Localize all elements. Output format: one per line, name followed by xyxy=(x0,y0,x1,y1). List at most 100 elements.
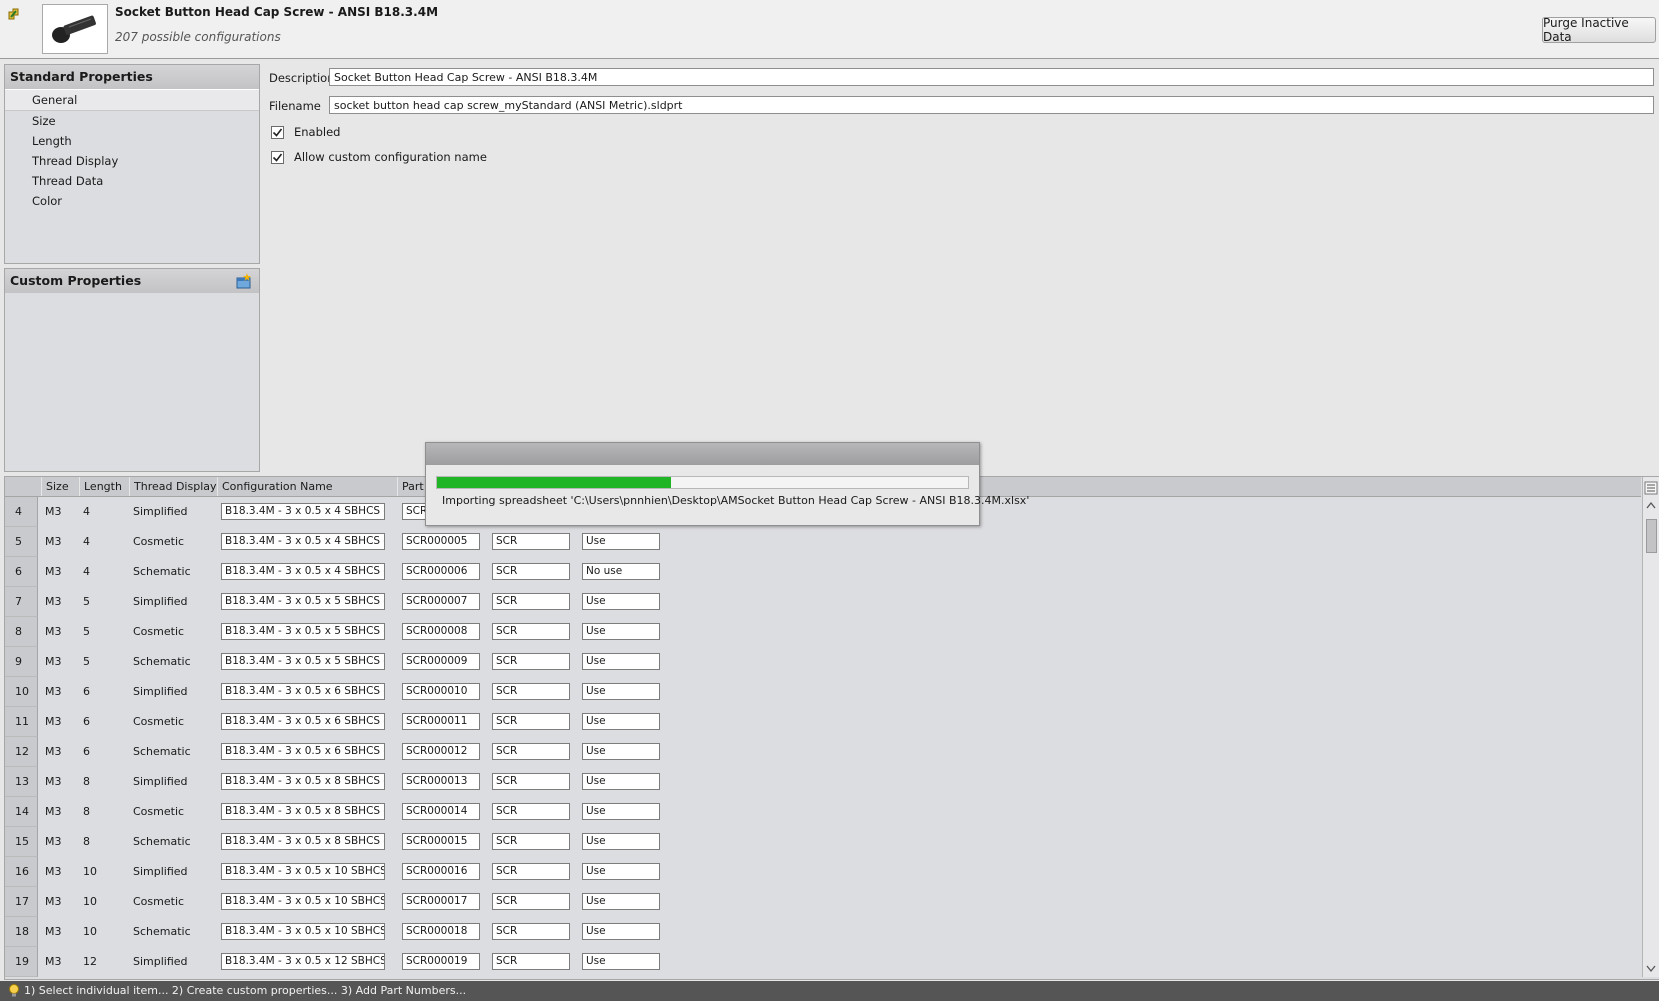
description-field[interactable]: Socket Button Head Cap Screw - ANSI B18.… xyxy=(329,68,1654,86)
table-row[interactable]: 9 M3 5 Schematic B18.3.4M - 3 x 0.5 x 5 SBHC… xyxy=(5,647,1641,677)
table-row[interactable]: 10 M3 6 Simplified B18.3.4M - 3 x 0.5 x 6 SB… xyxy=(5,677,1641,707)
configuration-name-field[interactable]: B18.3.4M - 3 x 0.5 x 8 SBHCS --C xyxy=(221,803,385,820)
column-header-size[interactable]: Size xyxy=(41,477,79,496)
column-header-length[interactable]: Length xyxy=(79,477,129,496)
add-property-icon[interactable] xyxy=(235,272,253,290)
usage-field[interactable]: Use xyxy=(582,743,660,760)
column-header-configuration-name[interactable]: Configuration Name xyxy=(217,477,397,496)
part-prefix-field[interactable]: SCR xyxy=(492,863,570,880)
length-cell: 4 xyxy=(83,535,90,548)
table-row[interactable]: 16 M3 10 Simplified B18.3.4M - 3 x 0.5 x 10 … xyxy=(5,857,1641,887)
scroll-up-icon[interactable] xyxy=(1646,501,1656,509)
table-row[interactable]: 11 M3 6 Cosmetic B18.3.4M - 3 x 0.5 x 6 SBHC… xyxy=(5,707,1641,737)
usage-field[interactable]: Use xyxy=(582,893,660,910)
nav-item-thread-display[interactable]: Thread Display xyxy=(5,151,259,171)
usage-field[interactable]: Use xyxy=(582,653,660,670)
part-prefix-field[interactable]: SCR xyxy=(492,563,570,580)
configuration-name-field[interactable]: B18.3.4M - 3 x 0.5 x 12 SBHCS --N xyxy=(221,953,385,970)
dialog-title-bar[interactable] xyxy=(426,443,979,465)
usage-field[interactable]: Use xyxy=(582,863,660,880)
part-number-field[interactable]: SCR000009 xyxy=(402,653,480,670)
usage-field[interactable]: Use xyxy=(582,623,660,640)
table-row[interactable]: 15 M3 8 Schematic B18.3.4M - 3 x 0.5 x 8 SBH… xyxy=(5,827,1641,857)
configuration-name-field[interactable]: B18.3.4M - 3 x 0.5 x 10 SBHCS --C xyxy=(221,893,385,910)
nav-item-general[interactable]: General xyxy=(5,89,259,111)
scroll-down-icon[interactable] xyxy=(1646,965,1656,973)
nav-item-thread-data[interactable]: Thread Data xyxy=(5,171,259,191)
table-row[interactable]: 19 M3 12 Simplified B18.3.4M - 3 x 0.5 x 12 … xyxy=(5,947,1641,977)
configuration-name-field[interactable]: B18.3.4M - 3 x 0.5 x 5 SBHCS --N xyxy=(221,593,385,610)
part-number-field[interactable]: SCR000010 xyxy=(402,683,480,700)
allow-custom-name-checkbox[interactable] xyxy=(271,151,284,164)
part-prefix-field[interactable]: SCR xyxy=(492,593,570,610)
configuration-name-field[interactable]: B18.3.4M - 3 x 0.5 x 8 SBHCS --S xyxy=(221,833,385,850)
table-row[interactable]: 18 M3 10 Schematic B18.3.4M - 3 x 0.5 x 10 S… xyxy=(5,917,1641,947)
part-number-field[interactable]: SCR000019 xyxy=(402,953,480,970)
vertical-scrollbar[interactable] xyxy=(1642,477,1659,977)
usage-field[interactable]: Use xyxy=(582,953,660,970)
column-chooser-icon[interactable] xyxy=(1644,481,1658,495)
part-number-field[interactable]: SCR000006 xyxy=(402,563,480,580)
usage-field[interactable]: Use xyxy=(582,833,660,850)
part-prefix-field[interactable]: SCR xyxy=(492,743,570,760)
table-row[interactable]: 6 M3 4 Schematic B18.3.4M - 3 x 0.5 x 4 SBHC… xyxy=(5,557,1641,587)
part-number-field[interactable]: SCR000017 xyxy=(402,893,480,910)
part-prefix-field[interactable]: SCR xyxy=(492,713,570,730)
table-row[interactable]: 7 M3 5 Simplified B18.3.4M - 3 x 0.5 x 5 SBH… xyxy=(5,587,1641,617)
part-prefix-field[interactable]: SCR xyxy=(492,683,570,700)
configuration-name-field[interactable]: B18.3.4M - 3 x 0.5 x 10 SBHCS --S xyxy=(221,923,385,940)
usage-field[interactable]: Use xyxy=(582,803,660,820)
configuration-name-field[interactable]: B18.3.4M - 3 x 0.5 x 8 SBHCS --N xyxy=(221,773,385,790)
part-prefix-field[interactable]: SCR xyxy=(492,923,570,940)
part-number-field[interactable]: SCR000011 xyxy=(402,713,480,730)
configuration-name-field[interactable]: B18.3.4M - 3 x 0.5 x 5 SBHCS --C xyxy=(221,623,385,640)
part-prefix-field[interactable]: SCR xyxy=(492,533,570,550)
part-prefix-field[interactable]: SCR xyxy=(492,773,570,790)
part-prefix-field[interactable]: SCR xyxy=(492,833,570,850)
configuration-name-field[interactable]: B18.3.4M - 3 x 0.5 x 6 SBHCS --N xyxy=(221,683,385,700)
table-row[interactable]: 5 M3 4 Cosmetic B18.3.4M - 3 x 0.5 x 4 SBHCS… xyxy=(5,527,1641,557)
usage-field[interactable]: Use xyxy=(582,683,660,700)
part-number-field[interactable]: SCR000012 xyxy=(402,743,480,760)
part-prefix-field[interactable]: SCR xyxy=(492,803,570,820)
length-cell: 10 xyxy=(83,925,97,938)
part-prefix-field[interactable]: SCR xyxy=(492,953,570,970)
nav-item-color[interactable]: Color xyxy=(5,191,259,211)
part-number-field[interactable]: SCR000007 xyxy=(402,593,480,610)
usage-field[interactable]: Use xyxy=(582,713,660,730)
configuration-name-field[interactable]: B18.3.4M - 3 x 0.5 x 4 SBHCS --S xyxy=(221,563,385,580)
table-row[interactable]: 8 M3 5 Cosmetic B18.3.4M - 3 x 0.5 x 5 SBHCS… xyxy=(5,617,1641,647)
configuration-name-field[interactable]: B18.3.4M - 3 x 0.5 x 5 SBHCS --S xyxy=(221,653,385,670)
part-number-field[interactable]: SCR000015 xyxy=(402,833,480,850)
part-number-field[interactable]: SCR000008 xyxy=(402,623,480,640)
usage-field[interactable]: Use xyxy=(582,923,660,940)
enabled-checkbox[interactable] xyxy=(271,126,284,139)
usage-field[interactable]: Use xyxy=(582,533,660,550)
usage-field[interactable]: No use xyxy=(582,563,660,580)
part-number-field[interactable]: SCR000013 xyxy=(402,773,480,790)
part-number-field[interactable]: SCR000018 xyxy=(402,923,480,940)
table-row[interactable]: 13 M3 8 Simplified B18.3.4M - 3 x 0.5 x 8 SB… xyxy=(5,767,1641,797)
usage-field[interactable]: Use xyxy=(582,593,660,610)
part-prefix-field[interactable]: SCR xyxy=(492,623,570,640)
filename-field[interactable]: socket button head cap screw_myStandard … xyxy=(329,96,1654,114)
nav-item-size[interactable]: Size xyxy=(5,111,259,131)
scrollbar-thumb[interactable] xyxy=(1646,519,1657,553)
part-prefix-field[interactable]: SCR xyxy=(492,893,570,910)
configuration-name-field[interactable]: B18.3.4M - 3 x 0.5 x 6 SBHCS --C xyxy=(221,713,385,730)
part-number-field[interactable]: SCR000016 xyxy=(402,863,480,880)
configuration-name-field[interactable]: B18.3.4M - 3 x 0.5 x 6 SBHCS --S xyxy=(221,743,385,760)
column-header-thread-display[interactable]: Thread Display xyxy=(129,477,217,496)
usage-field[interactable]: Use xyxy=(582,773,660,790)
table-row[interactable]: 17 M3 10 Cosmetic B18.3.4M - 3 x 0.5 x 10 SB… xyxy=(5,887,1641,917)
table-row[interactable]: 14 M3 8 Cosmetic B18.3.4M - 3 x 0.5 x 8 SBHC… xyxy=(5,797,1641,827)
part-number-field[interactable]: SCR000005 xyxy=(402,533,480,550)
purge-inactive-data-button[interactable]: Purge Inactive Data xyxy=(1542,16,1656,44)
configuration-name-field[interactable]: B18.3.4M - 3 x 0.5 x 10 SBHCS --N xyxy=(221,863,385,880)
configuration-name-field[interactable]: B18.3.4M - 3 x 0.5 x 4 SBHCS --N xyxy=(221,503,385,520)
table-row[interactable]: 12 M3 6 Schematic B18.3.4M - 3 x 0.5 x 6 SBH… xyxy=(5,737,1641,767)
part-prefix-field[interactable]: SCR xyxy=(492,653,570,670)
configuration-name-field[interactable]: B18.3.4M - 3 x 0.5 x 4 SBHCS --C xyxy=(221,533,385,550)
part-number-field[interactable]: SCR000014 xyxy=(402,803,480,820)
nav-item-length[interactable]: Length xyxy=(5,131,259,151)
